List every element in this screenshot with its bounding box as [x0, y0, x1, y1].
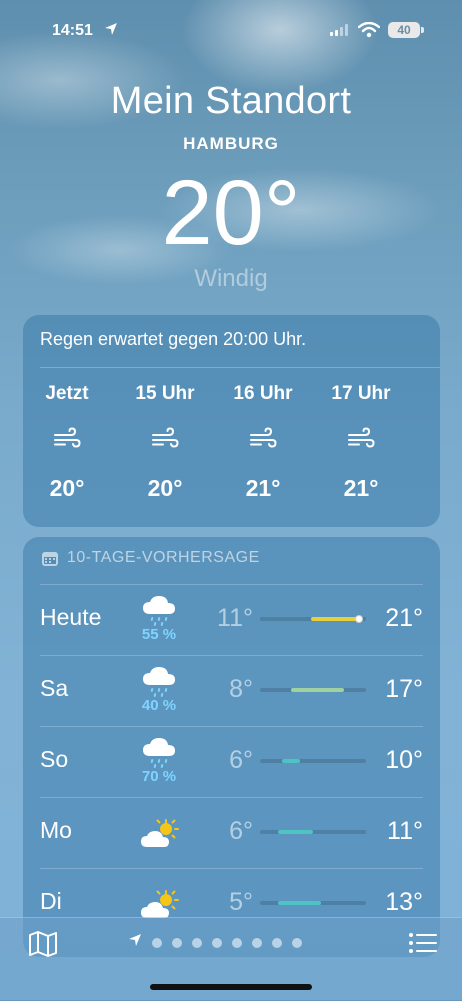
hour-column: Jetzt 20° [28, 383, 106, 502]
page-indicator[interactable] [128, 933, 302, 952]
temperature-range-bar [260, 759, 366, 763]
precipitation-chance: 70 % [141, 768, 177, 785]
status-time: 14:51 [52, 22, 93, 39]
weather-condition: Windig [194, 265, 268, 292]
battery-tip [421, 27, 424, 33]
location-arrow-icon [128, 933, 142, 952]
wind-icon [126, 427, 204, 455]
day-name: Di [40, 888, 62, 914]
hour-label: 18 [420, 383, 440, 407]
cellular-signal-icon [330, 24, 348, 36]
day-name: Mo [40, 817, 72, 843]
city-name: HAMBURG [183, 134, 279, 153]
temperature-range-bar [260, 901, 366, 905]
high-temperature: 21° [385, 604, 423, 632]
temperature-range-fill [310, 617, 361, 621]
page-dot[interactable] [192, 937, 202, 948]
wind-icon [28, 427, 106, 455]
day-name: So [40, 746, 69, 772]
page-dot[interactable] [252, 937, 262, 948]
precipitation-chance: 40 % [141, 697, 177, 714]
battery-indicator: 40 [388, 22, 420, 38]
hour-column: 16 Uhr 21° [224, 383, 302, 502]
hour-temperature: 21° [245, 475, 281, 501]
calendar-icon [42, 552, 58, 566]
day-row[interactable]: So 70 % 6° 10° [23, 726, 440, 797]
list-icon[interactable] [408, 932, 438, 954]
page-dot[interactable] [152, 937, 162, 948]
day-row[interactable]: Heute 55 % 11° 21° [23, 584, 440, 655]
temperature-range-bar [260, 688, 366, 692]
page-dot[interactable] [172, 937, 182, 948]
divider [40, 367, 440, 368]
day-name: Sa [40, 675, 69, 701]
ten-day-header: 10-TAGE-VORHERSAGE [41, 549, 260, 567]
status-bar: 14:51 40 [0, 0, 462, 62]
page-dot[interactable] [292, 937, 302, 948]
high-temperature: 11° [387, 817, 423, 845]
divider [40, 797, 423, 798]
forecast-summary: Regen erwartet gegen 20:00 Uhr. [40, 329, 307, 349]
wind-icon [224, 427, 302, 455]
divider [40, 868, 423, 869]
partly-sunny-icon [139, 817, 181, 851]
hour-column: 18 2 [420, 383, 440, 502]
hour-column: 15 Uhr 20° [126, 383, 204, 502]
ten-day-forecast-card[interactable]: 10-TAGE-VORHERSAGE Heute 55 % 11° 21° Sa 40 %… [23, 537, 440, 957]
temperature-range-bar [260, 830, 366, 834]
temperature-range-fill [282, 759, 301, 763]
high-temperature: 13° [385, 888, 423, 916]
temperature-range-fill [290, 688, 344, 692]
hour-column: 17 Uhr 21° [322, 383, 400, 502]
current-temperature-dot [354, 615, 363, 623]
hour-temperature: 20° [147, 475, 183, 501]
low-temperature: 5° [229, 888, 253, 916]
low-temperature: 11° [217, 604, 253, 632]
temperature-range-fill [278, 901, 322, 905]
low-temperature: 8° [229, 675, 253, 703]
day-name: Heute [40, 604, 102, 630]
low-temperature: 6° [229, 817, 253, 845]
cloud-rain-icon [139, 736, 181, 770]
hour-label: Jetzt [45, 383, 89, 404]
temperature-range-bar [260, 615, 366, 623]
ten-day-title: 10-TAGE-VORHERSAGE [67, 549, 260, 566]
hour-label: 16 Uhr [233, 383, 293, 404]
high-temperature: 10° [385, 746, 423, 774]
wifi-icon [358, 22, 380, 38]
hour-label: 15 Uhr [135, 383, 195, 404]
divider [40, 584, 423, 585]
location-title: Mein Standort [110, 80, 352, 122]
temperature-range-fill [278, 830, 313, 834]
day-row[interactable]: Sa 40 % 8° 17° [23, 655, 440, 726]
precipitation-chance: 55 % [141, 626, 177, 643]
wind-icon [322, 427, 400, 455]
location-arrow-icon [105, 23, 117, 35]
cloud-rain-icon [139, 665, 181, 699]
hourly-forecast-card[interactable]: Regen erwartet gegen 20:00 Uhr. Jetzt 20°… [23, 315, 440, 527]
cloud-rain-icon [139, 594, 181, 628]
hour-temperature: 21° [343, 475, 379, 501]
page-dot[interactable] [212, 937, 222, 948]
divider [40, 726, 423, 727]
hour-temperature: 20° [49, 475, 85, 501]
hour-label: 17 Uhr [331, 383, 391, 404]
hour-temperature: 2 [420, 475, 440, 502]
low-temperature: 6° [229, 746, 253, 774]
current-temperature: 20° [161, 162, 301, 264]
page-dot[interactable] [272, 937, 282, 948]
home-indicator[interactable] [150, 984, 312, 990]
day-row[interactable]: Mo 6° 11° [23, 797, 440, 868]
map-icon[interactable] [28, 930, 58, 958]
page-dot[interactable] [232, 937, 242, 948]
wind-icon [420, 427, 440, 455]
divider [40, 655, 423, 656]
high-temperature: 17° [385, 675, 423, 703]
